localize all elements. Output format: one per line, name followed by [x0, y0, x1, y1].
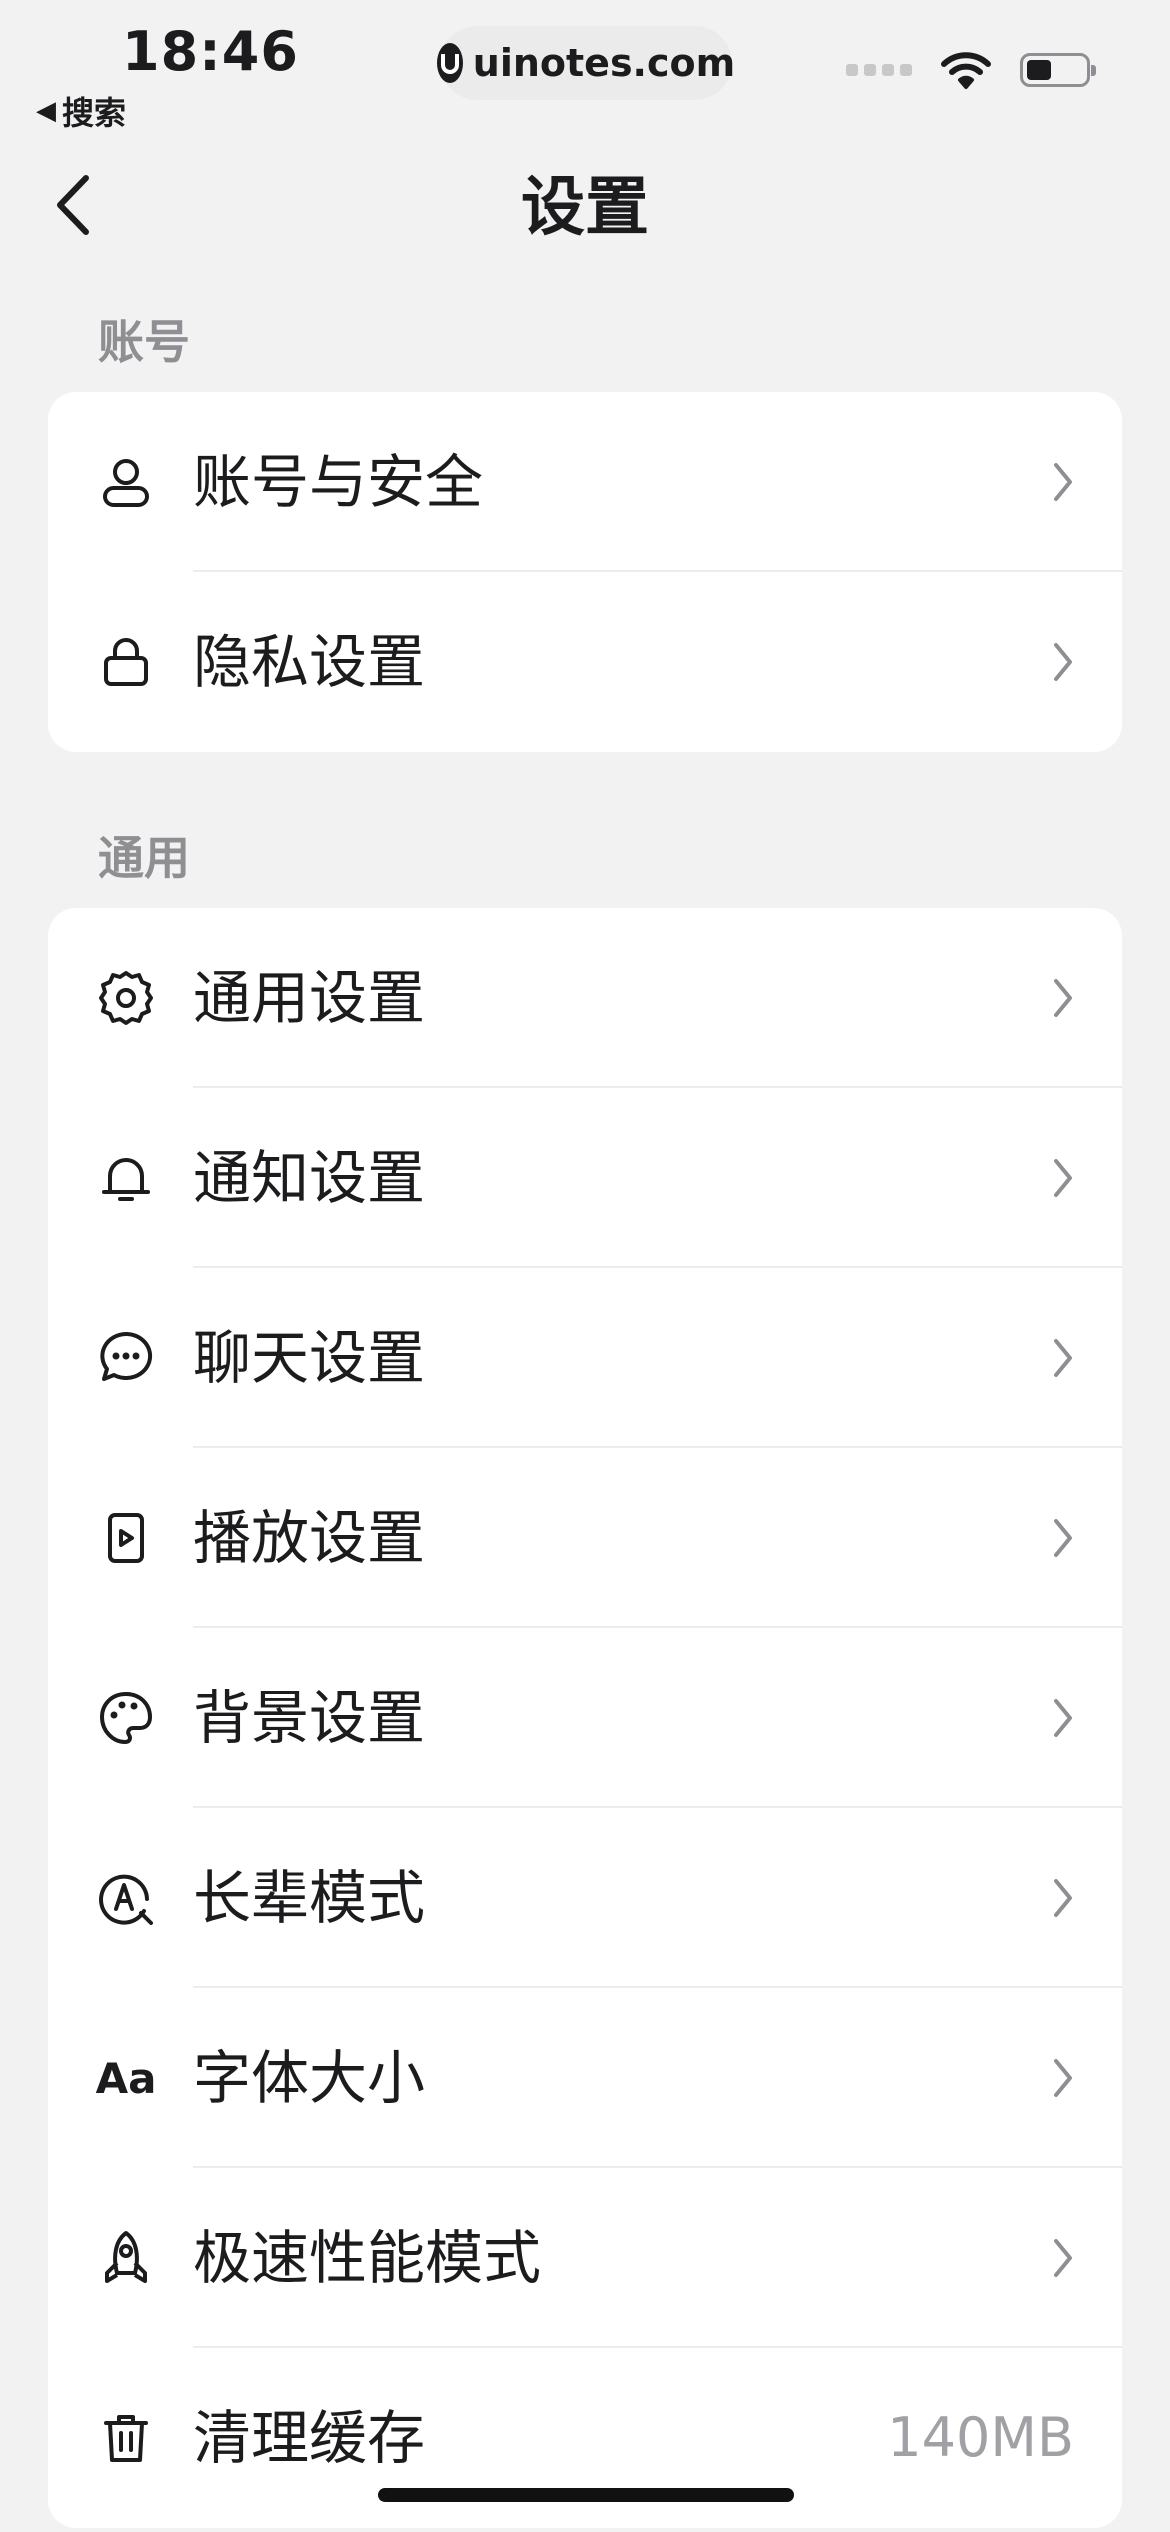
- status-time: 18:46: [122, 20, 299, 83]
- settings-row-label: 长辈模式: [193, 1864, 426, 1932]
- chevron-right-icon: [1054, 979, 1072, 1017]
- user-icon: [96, 452, 156, 512]
- settings-row-privacy[interactable]: 隐私设置: [48, 572, 1122, 752]
- chevron-right-icon: [1054, 1879, 1072, 1917]
- settings-row-notifications[interactable]: 通知设置: [48, 1088, 1122, 1268]
- settings-row-label: 极速性能模式: [193, 2224, 542, 2292]
- font-size-icon: Aa: [95, 2053, 157, 2103]
- chevron-right-icon: [1054, 463, 1072, 501]
- settings-row-account-security[interactable]: 账号与安全: [48, 392, 1122, 572]
- back-to-app-link[interactable]: ◀ 搜索: [36, 88, 126, 134]
- section-label-account: 账号: [98, 315, 190, 369]
- status-bar: 18:46 ◀ 搜索 uinotes.com: [0, 0, 1170, 132]
- settings-row-label: 播放设置: [193, 1504, 426, 1572]
- lock-icon: [96, 632, 156, 692]
- battery-icon: [1020, 53, 1096, 87]
- gear-icon: [96, 968, 156, 1028]
- settings-row-general[interactable]: 通用设置: [48, 908, 1122, 1088]
- trash-icon: [96, 2408, 156, 2468]
- cellular-signal-icon: [846, 64, 912, 76]
- settings-row-label: 隐私设置: [193, 628, 426, 696]
- settings-row-label: 清理缓存: [193, 2404, 426, 2472]
- settings-row-font-size[interactable]: Aa 字体大小: [48, 1988, 1122, 2168]
- url-text: uinotes.com: [472, 41, 736, 85]
- url-pill[interactable]: uinotes.com: [436, 26, 736, 100]
- chevron-right-icon: [1054, 1159, 1072, 1197]
- wifi-icon: [941, 52, 991, 89]
- home-indicator[interactable]: [378, 2488, 794, 2502]
- settings-row-label: 账号与安全: [193, 448, 484, 516]
- settings-row-label: 通用设置: [193, 964, 426, 1032]
- chevron-right-icon: [1054, 1339, 1072, 1377]
- back-triangle-icon: ◀: [36, 96, 56, 126]
- back-app-label: 搜索: [62, 94, 127, 132]
- settings-row-label: 聊天设置: [193, 1324, 426, 1392]
- bell-icon: [96, 1148, 156, 1208]
- settings-row-background[interactable]: 背景设置: [48, 1628, 1122, 1808]
- chat-bubble-icon: [96, 1328, 156, 1388]
- settings-row-label: 通知设置: [193, 1144, 426, 1212]
- status-icons: [846, 50, 1096, 90]
- chevron-right-icon: [1054, 643, 1072, 681]
- play-icon: [96, 1508, 156, 1568]
- settings-row-performance-mode[interactable]: 极速性能模式: [48, 2168, 1122, 2348]
- settings-row-label: 背景设置: [193, 1684, 426, 1752]
- settings-row-chat[interactable]: 聊天设置: [48, 1268, 1122, 1448]
- settings-row-elder-mode[interactable]: 长辈模式: [48, 1808, 1122, 1988]
- site-logo-icon: [436, 43, 463, 83]
- palette-icon: [96, 1688, 156, 1748]
- chevron-right-icon: [1054, 2239, 1072, 2277]
- rocket-icon: [96, 2228, 156, 2288]
- chevron-right-icon: [1054, 2059, 1072, 2097]
- section-label-general: 通用: [98, 831, 190, 885]
- general-card: 通用设置 通知设置 聊天设置 播放设置 背景设置 长辈模式 Aa 字体大小 极速…: [48, 908, 1122, 2528]
- account-card: 账号与安全 隐私设置: [48, 392, 1122, 752]
- elder-mode-icon: [96, 1868, 156, 1928]
- settings-row-label: 字体大小: [193, 2044, 426, 2112]
- chevron-right-icon: [1054, 1699, 1072, 1737]
- page-title: 设置: [521, 171, 649, 245]
- cache-size-value: 140MB: [887, 2406, 1074, 2469]
- chevron-right-icon: [1054, 1519, 1072, 1557]
- settings-row-playback[interactable]: 播放设置: [48, 1448, 1122, 1628]
